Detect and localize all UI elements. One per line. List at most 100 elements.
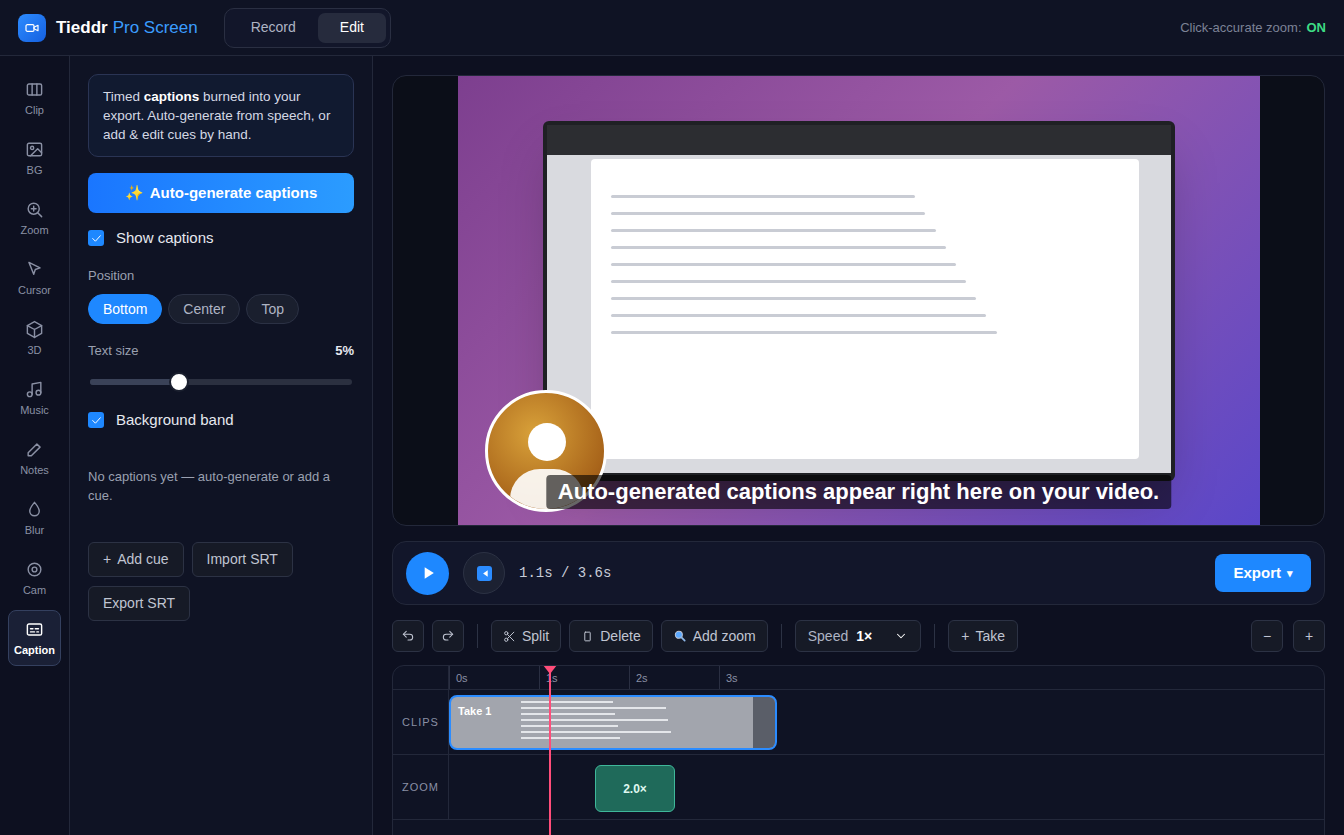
checkbox-row[interactable]: Show captions bbox=[88, 228, 354, 248]
rail-item[interactable]: Clip bbox=[8, 70, 61, 126]
rail-item[interactable]: 3D bbox=[8, 310, 61, 366]
delete-button[interactable]: Delete bbox=[569, 620, 652, 652]
check-icon bbox=[90, 232, 103, 245]
camera-icon bbox=[25, 560, 44, 579]
show-captions: Show captions bbox=[88, 228, 354, 248]
app-name: Tieddr bbox=[56, 15, 108, 41]
toolbar: SplitDelete Add zoom Speed1× +Take −+ bbox=[392, 620, 1325, 652]
caption-action-label: Import SRT bbox=[207, 549, 278, 570]
take-button[interactable]: +Take bbox=[948, 620, 1018, 652]
caption-overlay: Auto-generated captions appear right her… bbox=[546, 475, 1171, 509]
sparkle-icon: ✨ bbox=[125, 182, 144, 205]
redo-button[interactable] bbox=[432, 620, 464, 652]
thumb-line bbox=[521, 707, 666, 709]
rail-label: Music bbox=[20, 404, 49, 416]
clip-label: Take 1 bbox=[458, 703, 491, 720]
cube-icon bbox=[25, 320, 44, 339]
caption-action-button[interactable]: Import SRT bbox=[192, 542, 293, 577]
mode-tab[interactable]: Edit bbox=[318, 13, 386, 43]
caption-action-label: Add cue bbox=[117, 549, 168, 570]
dialog-line bbox=[611, 263, 956, 266]
text-size-reading: 5% bbox=[335, 343, 354, 359]
ruler: 0s1s2s3s bbox=[393, 666, 1324, 690]
scissors-icon bbox=[503, 630, 516, 643]
rail-item[interactable]: Cursor bbox=[8, 250, 61, 306]
position-option[interactable]: Bottom bbox=[88, 294, 162, 324]
rail-label: Zoom bbox=[20, 224, 48, 236]
checkbox[interactable] bbox=[88, 412, 104, 428]
dialog-line bbox=[611, 297, 977, 300]
track-header: CLIPS bbox=[393, 690, 449, 754]
rail-item[interactable]: BG bbox=[8, 130, 61, 186]
zoom-icon bbox=[25, 200, 44, 219]
play-icon bbox=[418, 563, 438, 583]
app-title: TieddrPro Screen bbox=[56, 15, 198, 41]
restart-icon bbox=[477, 566, 492, 581]
thumb-line bbox=[521, 713, 615, 715]
app-suffix: Pro Screen bbox=[113, 15, 198, 41]
play-button[interactable] bbox=[406, 552, 449, 595]
rail-item[interactable]: Music bbox=[8, 370, 61, 426]
workspace: Clip BG Zoom Cursor3D Music NotesBlur Cam Capti… bbox=[0, 56, 1344, 835]
mode-tab[interactable]: Record bbox=[229, 13, 318, 43]
position-label: Position bbox=[88, 268, 354, 284]
export-button[interactable]: Export▾ bbox=[1215, 554, 1311, 592]
checkbox-row[interactable]: Background band bbox=[88, 410, 354, 430]
slider-fill bbox=[90, 379, 179, 385]
ruler-tick: 3s bbox=[719, 666, 738, 689]
thumb-line bbox=[521, 731, 671, 733]
page-area bbox=[547, 155, 1171, 473]
zoom-out-button[interactable]: − bbox=[1251, 620, 1283, 652]
timeline: 0s1s2s3s CLIPS Take 1 ZOOM 2.0× bbox=[392, 665, 1325, 835]
clip-icon bbox=[25, 80, 44, 99]
toolbar-separator bbox=[477, 624, 478, 648]
rail-label: Cam bbox=[23, 584, 46, 596]
restart-button[interactable] bbox=[463, 552, 505, 594]
music-icon bbox=[25, 380, 44, 399]
plus-icon: + bbox=[103, 549, 111, 570]
playhead[interactable] bbox=[549, 666, 551, 835]
slider-thumb[interactable] bbox=[169, 372, 189, 392]
text-size-row: Text size5% bbox=[88, 343, 354, 359]
caption-action-button[interactable]: + Add cue bbox=[88, 542, 184, 577]
zoom-status-value: ON bbox=[1307, 18, 1327, 38]
zoom-controls: −+ bbox=[1251, 620, 1325, 652]
checkbox[interactable] bbox=[88, 230, 104, 246]
browser-chrome bbox=[547, 125, 1171, 155]
caption-action-button[interactable]: Export SRT bbox=[88, 586, 190, 621]
dialog-line bbox=[611, 246, 946, 249]
rail-item[interactable]: Blur bbox=[8, 490, 61, 546]
track-header: ZOOM bbox=[393, 755, 449, 819]
position-option[interactable]: Center bbox=[168, 294, 240, 324]
ruler-tick: 0s bbox=[449, 666, 468, 689]
camera-icon bbox=[24, 20, 40, 36]
ruler-gutter bbox=[393, 666, 449, 689]
image-icon bbox=[25, 140, 44, 159]
undo-button[interactable] bbox=[392, 620, 424, 652]
split-button[interactable]: Split bbox=[491, 620, 561, 652]
zoom-status: Click-accurate zoom:ON bbox=[1180, 18, 1326, 38]
dialog-line bbox=[611, 229, 936, 232]
track-label: CLIPS bbox=[402, 714, 439, 731]
track-lane: 2.0× bbox=[449, 755, 1324, 819]
auto-generate-label: Auto-generate captions bbox=[150, 182, 318, 205]
rail-item[interactable]: Caption bbox=[8, 610, 61, 666]
auto-generate-button[interactable]: ✨ Auto-generate captions bbox=[88, 173, 354, 213]
rail-item[interactable]: Cam bbox=[8, 550, 61, 606]
track-row: ZOOM 2.0× bbox=[393, 755, 1324, 820]
skip-back-icon bbox=[479, 568, 490, 579]
zoom-segment[interactable]: 2.0× bbox=[595, 765, 675, 812]
add-zoom-button[interactable]: Add zoom bbox=[661, 620, 768, 652]
clip[interactable]: Take 1 bbox=[449, 695, 777, 750]
export-label: Export bbox=[1233, 562, 1281, 585]
text-size-slider[interactable] bbox=[88, 372, 354, 392]
check-icon bbox=[90, 414, 103, 427]
zoom-in-button[interactable]: + bbox=[1293, 620, 1325, 652]
speed-select[interactable]: Speed1× bbox=[795, 620, 921, 652]
rail-item[interactable]: Zoom bbox=[8, 190, 61, 246]
rail-item[interactable]: Notes bbox=[8, 430, 61, 486]
caption-panel: Timed captions burned into your export. … bbox=[70, 56, 373, 835]
rail-label: Clip bbox=[25, 104, 44, 116]
position-option[interactable]: Top bbox=[246, 294, 299, 324]
ruler-track: 0s1s2s3s bbox=[449, 666, 1324, 689]
